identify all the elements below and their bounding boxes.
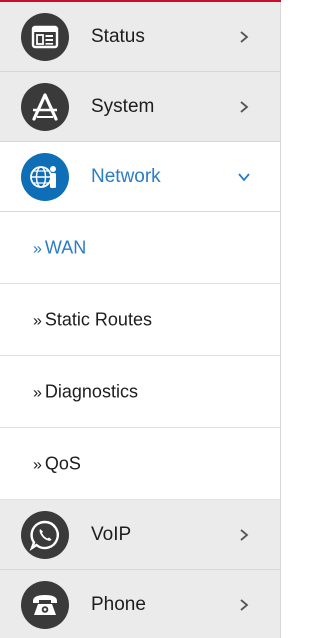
menu-item-system[interactable]: System: [0, 72, 281, 142]
submenu-text: Static Routes: [44, 309, 152, 329]
menu-item-status[interactable]: Status: [0, 2, 281, 72]
menu-item-phone-label: Phone: [91, 593, 146, 615]
menu-item-status-label: Status: [91, 25, 145, 47]
network-icon: [21, 152, 69, 201]
submenu-marker: »: [33, 456, 42, 473]
submenu-item-wan-label: » WAN: [33, 237, 86, 258]
chevron-right-icon: [240, 100, 249, 113]
submenu-marker: »: [33, 384, 42, 401]
voip-icon: [21, 510, 69, 559]
submenu-marker: »: [33, 240, 42, 257]
submenu-item-qos[interactable]: » QoS: [0, 428, 281, 500]
chevron-right-icon: [240, 30, 249, 43]
submenu-item-wan[interactable]: » WAN: [0, 212, 281, 284]
chevron-right-icon: [240, 528, 249, 541]
system-icon: [21, 82, 69, 131]
sidebar-menu: Status System Network » WAN » Static Rou…: [0, 2, 281, 638]
submenu-text: QoS: [44, 453, 81, 473]
menu-item-system-label: System: [91, 95, 155, 117]
menu-item-network-label: Network: [91, 165, 161, 187]
menu-item-network[interactable]: Network: [0, 142, 281, 212]
submenu-text: WAN: [44, 237, 87, 257]
chevron-down-icon: [238, 172, 250, 181]
menu-item-voip[interactable]: VoIP: [0, 500, 281, 570]
phone-icon: [21, 580, 69, 629]
submenu-text: Diagnostics: [44, 381, 138, 401]
submenu-item-diagnostics-label: » Diagnostics: [33, 381, 138, 402]
submenu-item-static-routes[interactable]: » Static Routes: [0, 284, 281, 356]
submenu-item-static-routes-label: » Static Routes: [33, 309, 152, 330]
menu-item-voip-label: VoIP: [91, 523, 132, 545]
submenu-marker: »: [33, 312, 42, 329]
submenu-item-diagnostics[interactable]: » Diagnostics: [0, 356, 281, 428]
status-icon: [21, 12, 69, 61]
submenu-item-qos-label: » QoS: [33, 453, 81, 474]
chevron-right-icon: [240, 598, 249, 611]
menu-item-phone[interactable]: Phone: [0, 570, 281, 638]
